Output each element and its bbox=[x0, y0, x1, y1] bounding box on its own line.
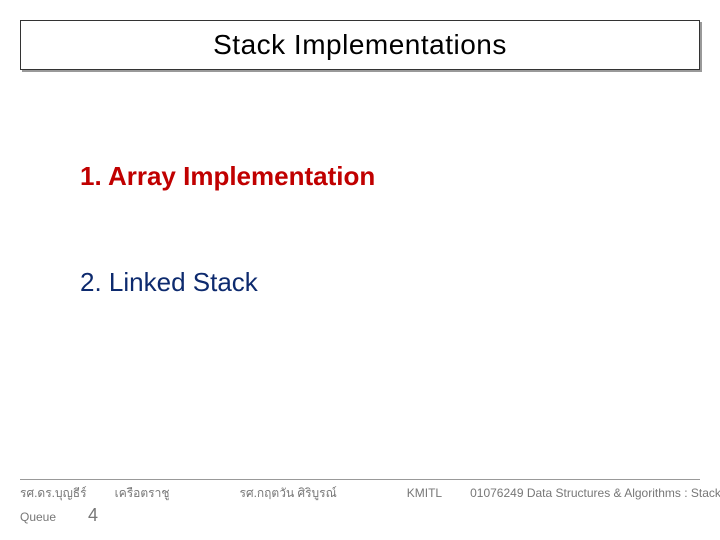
footer-row: รศ.ดร.บุญธีร์ เครือตราชู รศ.กฤตวัน ศิริบ… bbox=[20, 484, 700, 503]
footer: รศ.ดร.บุญธีร์ เครือตราชู รศ.กฤตวัน ศิริบ… bbox=[20, 479, 700, 526]
footer-course-tail: Queue bbox=[20, 510, 56, 524]
content-area: 1. Array Implementation 2. Linked Stack bbox=[80, 160, 680, 372]
title-box: Stack Implementations bbox=[20, 20, 700, 70]
footer-course: 01076249 Data Structures & Algorithms : … bbox=[470, 486, 720, 500]
footer-author: รศ.ดร.บุญธีร์ bbox=[20, 484, 87, 503]
footer-org: KMITL bbox=[407, 486, 442, 500]
slide-title: Stack Implementations bbox=[213, 29, 507, 61]
footer-author: เครือตราชู bbox=[115, 484, 170, 503]
list-item: 2. Linked Stack bbox=[80, 266, 680, 300]
footer-row: Queue 4 bbox=[20, 505, 700, 526]
list-item: 1. Array Implementation bbox=[80, 160, 680, 194]
slide: Stack Implementations 1. Array Implement… bbox=[0, 0, 720, 540]
footer-author: รศ.กฤตวัน ศิริบูรณ์ bbox=[240, 484, 337, 503]
page-number: 4 bbox=[88, 505, 98, 526]
